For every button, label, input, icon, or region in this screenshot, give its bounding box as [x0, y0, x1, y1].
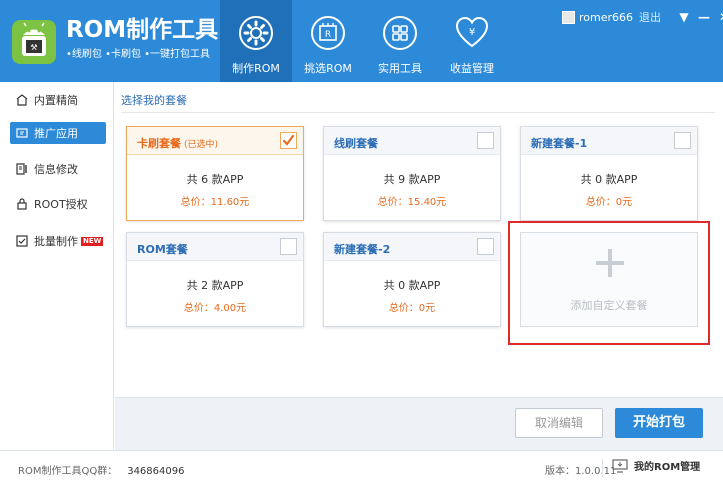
app-count: 共 6 款APP	[186, 173, 244, 186]
dropdown-button[interactable]: ▼	[677, 10, 691, 24]
qq-group: ROM制作工具QQ群： 346864096	[18, 462, 184, 477]
package-checkbox[interactable]	[477, 132, 494, 149]
total-price: 总价：15.40元	[377, 197, 447, 208]
package-name: 卡刷套餐 (已选中)	[137, 135, 218, 151]
title-divider	[121, 112, 715, 113]
card-header: ROM套餐	[127, 233, 303, 261]
card-header: 新建套餐-1	[521, 127, 697, 155]
package-card[interactable]: 线刷套餐 共 9 款APP 总价：15.40元	[323, 126, 501, 221]
package-name-text: 卡刷套餐	[137, 137, 181, 150]
package-card[interactable]: 新建套餐-1 共 0 款APP 总价：0元	[520, 126, 698, 221]
package-name: 新建套餐-2	[334, 243, 391, 256]
cancel-edit-button[interactable]: 取消编辑	[515, 408, 603, 438]
sidebar-item-info-edit[interactable]: 信息修改	[10, 158, 106, 180]
sidebar-item-label: 推广应用	[34, 127, 78, 140]
my-rom-button[interactable]: 我的ROM管理	[612, 458, 700, 473]
status-divider	[602, 459, 603, 477]
status-bar: ROM制作工具QQ群： 346864096 版本：1.0.0.11 我的ROM管理	[0, 450, 723, 485]
card-header: 新建套餐-2	[324, 233, 500, 261]
brand: ROM制作工具 •线刷包 •卡刷包 •一键打包工具	[66, 16, 218, 62]
svg-text:⚒: ⚒	[30, 43, 37, 52]
checkmark-icon	[282, 134, 295, 146]
gear-icon	[239, 16, 273, 50]
close-button[interactable]: ✕	[717, 10, 723, 24]
app-count: 共 0 款APP	[580, 173, 638, 186]
tab-utilities[interactable]: 实用工具	[364, 0, 436, 82]
minimize-button[interactable]: —	[697, 10, 711, 24]
card-header: 卡刷套餐 (已选中)	[127, 127, 303, 155]
grid-tools-icon	[383, 16, 417, 50]
heart-yen-icon: ¥	[455, 16, 489, 48]
package-checkbox[interactable]	[674, 132, 691, 149]
svg-text:R: R	[325, 30, 331, 40]
info-edit-icon	[16, 163, 27, 175]
package-checkbox[interactable]	[280, 132, 297, 149]
start-pack-button[interactable]: 开始打包	[615, 408, 703, 438]
builtin-icon	[16, 94, 28, 106]
sidebar-item-label: 信息修改	[34, 163, 78, 176]
sidebar-item-root[interactable]: ROOT授权	[10, 193, 106, 215]
package-name: 线刷套餐	[334, 137, 378, 150]
package-name: 新建套餐-1	[531, 137, 588, 150]
monitor-icon	[612, 458, 628, 473]
rom-chip-icon: R	[311, 16, 345, 50]
app-header: ⚒ ROM制作工具 •线刷包 •卡刷包 •一键打包工具 制作ROM R 挑选RO	[0, 0, 723, 82]
add-package-label: 添加自定义套餐	[570, 299, 648, 312]
logout-link[interactable]: 退出	[639, 9, 661, 25]
tab-make-rom[interactable]: 制作ROM	[220, 0, 292, 82]
package-name: ROM套餐	[137, 243, 188, 256]
package-card[interactable]: ROM套餐 共 2 款APP 总价：4.00元	[126, 232, 304, 327]
sidebar-item-promote[interactable]: 推广应用	[10, 122, 106, 144]
qq-label: ROM制作工具QQ群：	[18, 466, 118, 477]
promote-icon	[16, 128, 28, 138]
avatar[interactable]	[562, 10, 575, 24]
package-card[interactable]: 卡刷套餐 (已选中) 共 6 款APP 总价：11.60元	[126, 126, 304, 221]
app-count: 共 2 款APP	[186, 279, 244, 292]
tab-label: 挑选ROM	[304, 62, 352, 75]
total-price: 总价：11.60元	[180, 197, 250, 208]
action-bar: 取消编辑 开始打包	[115, 397, 723, 450]
sidebar-item-builtin[interactable]: 内置精简	[10, 89, 106, 111]
sidebar: 内置精简 推广应用 信息修改 ROOT授权 批量制作 NEW	[0, 82, 114, 450]
app-subtitle: •线刷包 •卡刷包 •一键打包工具	[66, 49, 211, 60]
user-area: romer666 退出 ▼ — ✕	[562, 9, 723, 25]
svg-text:¥: ¥	[469, 27, 475, 38]
sidebar-item-label: 批量制作	[34, 235, 78, 248]
add-package-card[interactable]: 添加自定义套餐	[520, 232, 698, 327]
plus-icon	[596, 249, 624, 277]
tab-label: 收益管理	[450, 62, 494, 75]
new-badge: NEW	[81, 236, 104, 246]
sidebar-item-label: 内置精简	[34, 94, 78, 107]
total-price: 总价：0元	[388, 303, 436, 314]
user-name[interactable]: romer666	[579, 11, 633, 24]
sidebar-item-label: ROOT授权	[34, 198, 88, 211]
tab-revenue[interactable]: ¥ 收益管理	[436, 0, 508, 82]
selected-tag: (已选中)	[184, 140, 219, 150]
total-price: 总价：4.00元	[183, 303, 247, 314]
app-title: ROM制作工具	[66, 17, 219, 43]
qq-number: 346864096	[127, 466, 185, 477]
package-checkbox[interactable]	[477, 238, 494, 255]
total-price: 总价：0元	[585, 197, 633, 208]
sidebar-item-batch[interactable]: 批量制作 NEW	[10, 230, 106, 252]
app-count: 共 9 款APP	[383, 173, 441, 186]
main-panel: 选择我的套餐 卡刷套餐 (已选中) 共 6 款APP 总价：11.60元 线刷套餐…	[115, 82, 723, 450]
android-logo-icon: ⚒	[12, 20, 56, 64]
my-rom-label: 我的ROM管理	[634, 462, 701, 473]
version-text: 版本：1.0.0.11	[545, 466, 617, 477]
tab-label: 制作ROM	[232, 62, 280, 75]
page-title: 选择我的套餐	[121, 94, 187, 107]
card-header: 线刷套餐	[324, 127, 500, 155]
app-count: 共 0 款APP	[383, 279, 441, 292]
batch-icon	[16, 235, 28, 247]
lock-icon	[17, 198, 27, 210]
package-card[interactable]: 新建套餐-2 共 0 款APP 总价：0元	[323, 232, 501, 327]
tab-label: 实用工具	[378, 62, 422, 75]
tab-pick-rom[interactable]: R 挑选ROM	[292, 0, 364, 82]
package-checkbox[interactable]	[280, 238, 297, 255]
